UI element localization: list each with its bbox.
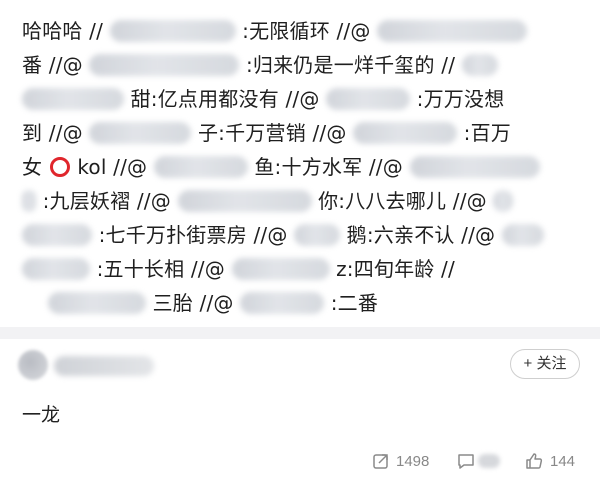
like-action[interactable]: 144	[524, 446, 575, 476]
redacted-commenter-name[interactable]	[54, 356, 154, 376]
post-text: 到 //@	[22, 121, 83, 145]
post-body: 哈哈哈 // :无限循环 //@ 番 //@ :归来仍是一烊千玺的 // 甜:亿…	[22, 14, 590, 320]
post-text: 番 //@	[22, 53, 83, 77]
redacted-username	[493, 189, 514, 212]
action-bar: 1498 144	[0, 446, 600, 476]
redacted-username	[294, 223, 341, 246]
post-line: 番 //@ :归来仍是一烊千玺的 //	[22, 48, 590, 82]
redacted-username	[177, 189, 312, 212]
redacted-comment-count	[478, 454, 500, 468]
comment-icon	[458, 454, 474, 469]
redacted-username	[153, 155, 248, 178]
post-line: 到 //@ 子:千万营销 //@ :百万	[22, 116, 590, 150]
post-text: :九层妖褶 //@	[42, 189, 171, 213]
post-text: kol //@	[77, 155, 148, 179]
redacted-username	[48, 291, 146, 314]
follow-button[interactable]: + 关注	[510, 349, 580, 379]
ring-emoji-icon	[49, 156, 70, 177]
avatar[interactable]	[18, 350, 48, 380]
redacted-username	[109, 19, 236, 42]
redacted-username	[409, 155, 540, 178]
post-text: :七千万扑街票房 //@	[98, 223, 288, 247]
post-text: :归来仍是一烊千玺的 //	[245, 53, 456, 77]
comment-text: 一龙	[22, 404, 61, 426]
post-text: :无限循环 //@	[242, 19, 371, 43]
post-text: 三胎 //@	[152, 291, 234, 315]
redacted-username	[240, 291, 325, 314]
post-text: 哈哈哈 //	[22, 19, 104, 43]
post-text: :五十长相 //@	[96, 257, 225, 281]
section-divider	[0, 327, 600, 339]
post-text: :二番	[330, 291, 379, 315]
post-line: :五十长相 //@ z:四旬年龄 //	[22, 252, 590, 286]
redacted-username	[89, 53, 240, 76]
like-count: 144	[550, 452, 576, 470]
redacted-username	[89, 121, 192, 144]
share-action[interactable]: 1498	[372, 446, 429, 476]
post-text: :百万	[463, 121, 512, 145]
post-line: :七千万扑街票房 //@ 鹅:六亲不认 //@	[22, 218, 590, 252]
like-icon	[526, 453, 543, 469]
post-text: :万万没想	[416, 87, 505, 111]
post-text: 甜:亿点用都没有 //@	[130, 87, 320, 111]
post-text: 鹅:六亲不认 //@	[346, 223, 496, 247]
share-icon	[373, 454, 388, 469]
post-text: 女	[22, 155, 43, 179]
post-text: 鱼:十方水军 //@	[254, 155, 403, 179]
post-line: 甜:亿点用都没有 //@ :万万没想	[22, 82, 590, 116]
post-line: 哈哈哈 // :无限循环 //@	[22, 14, 590, 48]
redacted-username	[22, 223, 92, 246]
redacted-username	[377, 19, 528, 42]
post-line: :九层妖褶 //@ 你:八八去哪儿 //@	[22, 184, 590, 218]
redacted-username	[501, 223, 544, 246]
post-line: 三胎 //@ :二番	[22, 286, 590, 320]
redacted-username	[461, 53, 498, 76]
redacted-username	[22, 257, 90, 280]
comment-header: + 关注	[0, 346, 600, 386]
redacted-username	[353, 121, 458, 144]
post-line: 女 kol //@ 鱼:十方水军 //@	[22, 150, 590, 184]
redacted-username	[22, 87, 124, 110]
redacted-username	[22, 189, 36, 212]
redacted-username	[231, 257, 330, 280]
post-text: z:四旬年龄 //	[336, 257, 455, 281]
share-count: 1498	[396, 452, 430, 470]
comment-action[interactable]	[456, 446, 500, 476]
post-text: 你:八八去哪儿 //@	[318, 189, 487, 213]
post-text: 子:千万营销 //@	[197, 121, 347, 145]
redacted-username	[326, 87, 411, 110]
